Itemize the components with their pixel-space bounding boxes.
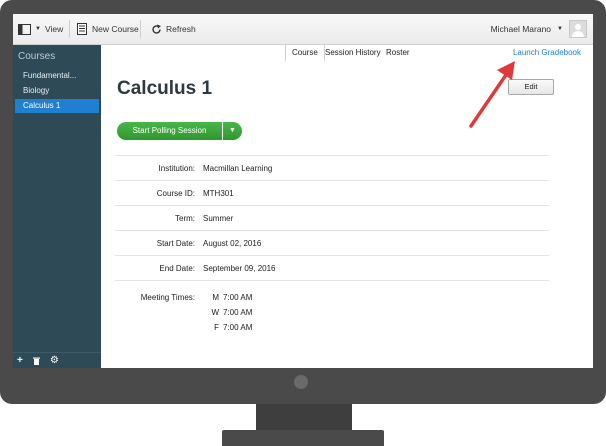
monitor-frame: ▼ View New Course Refresh Michael Marano…	[0, 0, 606, 404]
monitor-stand-neck	[256, 404, 352, 430]
app-screen: ▼ View New Course Refresh Michael Marano…	[13, 14, 593, 368]
power-button	[294, 375, 308, 389]
monitor-stand-base	[222, 430, 384, 446]
callout-arrow	[469, 61, 515, 128]
